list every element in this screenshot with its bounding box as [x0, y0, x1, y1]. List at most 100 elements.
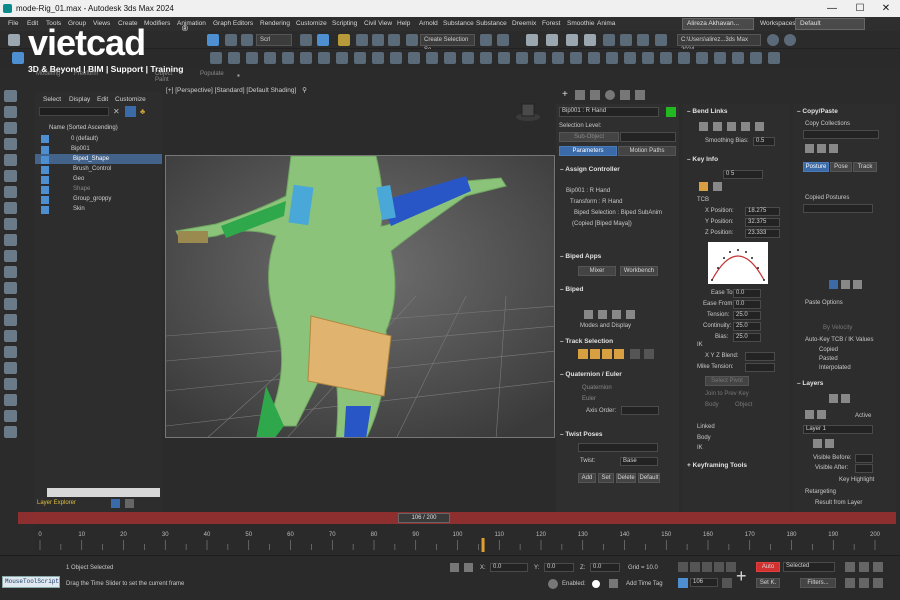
euler-radio[interactable]: Euler: [582, 396, 596, 402]
percent-snap-icon[interactable]: [372, 34, 384, 46]
copied-postures-select[interactable]: [803, 204, 873, 213]
twist-value-select[interactable]: Base: [620, 457, 658, 466]
container-icon[interactable]: [642, 52, 654, 64]
tension-field[interactable]: 25.0: [733, 311, 761, 320]
se-search-input[interactable]: [39, 107, 109, 116]
xyz-blend-field[interactable]: [745, 352, 775, 361]
bind-space-warp-icon[interactable]: [241, 34, 253, 46]
track-tab[interactable]: Track: [853, 162, 877, 172]
se-tab-select[interactable]: Select: [43, 96, 61, 103]
se-tab-customize[interactable]: Customize: [115, 96, 146, 103]
bias-field[interactable]: 25.0: [733, 333, 761, 342]
key-highlight-checkbox[interactable]: Key Highlight: [839, 477, 874, 483]
layer-manager-icon[interactable]: [526, 34, 538, 46]
body-radio[interactable]: Body: [705, 402, 719, 408]
skin-icon[interactable]: [462, 52, 474, 64]
scene-explorer-icon[interactable]: [372, 52, 384, 64]
current-frame-field[interactable]: 106: [690, 578, 718, 587]
z-coord-field[interactable]: 0.0: [590, 563, 620, 572]
tree-row-selected[interactable]: Biped_Shape: [35, 154, 162, 164]
paste-rotation-icon[interactable]: [853, 280, 862, 289]
load-layer-icon[interactable]: [829, 394, 838, 403]
tab-populate[interactable]: Populate: [200, 71, 224, 77]
save-layer-icon[interactable]: [841, 394, 850, 403]
assign-controller-header[interactable]: – Assign Controller: [556, 164, 679, 176]
visible-after-field[interactable]: [855, 464, 873, 473]
controller-tree-item[interactable]: Bip001 : R Hand: [566, 188, 610, 194]
track-view-icon[interactable]: [390, 52, 402, 64]
biped-header[interactable]: – Biped: [556, 284, 679, 296]
workspace-select[interactable]: Default: [795, 18, 865, 30]
add-time-tag-button[interactable]: Add Time Tag: [626, 581, 663, 587]
filter-icon[interactable]: [4, 410, 17, 422]
twist-add-button[interactable]: Add: [578, 473, 596, 483]
load-collection-icon[interactable]: [805, 144, 814, 153]
script-icon[interactable]: [498, 52, 510, 64]
ease-from-field[interactable]: 0.0: [733, 300, 761, 309]
object-name-field[interactable]: Bip001 : R Hand: [559, 107, 659, 117]
move-icon[interactable]: [300, 34, 312, 46]
align-view-icon[interactable]: [246, 52, 258, 64]
axis-order-select[interactable]: [621, 406, 659, 415]
hierarchy-panel-icon[interactable]: [4, 122, 17, 134]
layers-header[interactable]: – Layers: [793, 378, 896, 390]
list-icon[interactable]: [4, 394, 17, 406]
tab-object-paint[interactable]: Object Paint: [155, 71, 172, 83]
close-button[interactable]: ✕: [874, 0, 898, 17]
spinner-snap-icon[interactable]: [388, 34, 400, 46]
modify-panel-icon[interactable]: [4, 106, 17, 118]
cloud-icon[interactable]: [4, 298, 17, 310]
motion-panel-icon[interactable]: [4, 138, 17, 150]
helper-icon[interactable]: [4, 250, 17, 262]
menu-forest[interactable]: Forest: [542, 17, 560, 31]
select-rotate-icon[interactable]: [317, 34, 329, 46]
render-message-icon[interactable]: [696, 52, 708, 64]
x-coord-field[interactable]: 0.0: [490, 563, 528, 572]
listener-icon[interactable]: [516, 52, 528, 64]
project-path-dropdown[interactable]: C:\Users\alirez...3ds Max 2024: [677, 34, 761, 53]
parameters-tab[interactable]: Parameters: [559, 146, 617, 156]
body-label[interactable]: Body: [697, 435, 711, 441]
viewport-label[interactable]: [+] [Perspective] [Standard] [Default Sh…: [166, 86, 556, 98]
menu-rendering[interactable]: Rendering: [260, 17, 290, 31]
rendered-frame-icon[interactable]: [637, 34, 649, 46]
sound-icon[interactable]: [4, 346, 17, 358]
state-sets-icon[interactable]: [624, 52, 636, 64]
tree-row[interactable]: 0 (default): [35, 134, 162, 144]
save-collection-icon[interactable]: [817, 144, 826, 153]
orbit-icon[interactable]: [873, 578, 883, 588]
layer-explorer-toggle-icon[interactable]: [111, 499, 120, 508]
previous-layer-icon[interactable]: [805, 410, 814, 419]
ik-label[interactable]: IK: [697, 445, 703, 451]
visible-before-field[interactable]: [855, 454, 873, 463]
time-slider-bar[interactable]: 106 / 200: [18, 512, 896, 524]
play-icon[interactable]: [702, 562, 712, 572]
copy-collections-select[interactable]: [803, 130, 879, 139]
filters-button[interactable]: Filters...: [800, 578, 836, 588]
set-key-icon[interactable]: +: [736, 566, 747, 587]
isolate-icon[interactable]: [336, 52, 348, 64]
mixer-button[interactable]: Mixer: [578, 266, 616, 276]
visibility-icon[interactable]: [41, 196, 49, 204]
render-icon[interactable]: [655, 34, 667, 46]
pivot-icon[interactable]: [264, 52, 276, 64]
object-color-swatch[interactable]: [666, 107, 676, 117]
next-layer-icon[interactable]: [817, 410, 826, 419]
light-icon[interactable]: [4, 218, 17, 230]
tab-modeling[interactable]: Modeling: [36, 71, 60, 77]
x-position-field[interactable]: 18.275: [745, 207, 780, 216]
asset-tracking-icon[interactable]: [714, 52, 726, 64]
go-to-start-icon[interactable]: [678, 562, 688, 572]
body-horizontal-icon[interactable]: [578, 349, 588, 359]
ribbon-options-icon[interactable]: ▪: [237, 71, 240, 80]
ik-rollout-label[interactable]: IK: [697, 342, 703, 348]
key-icon[interactable]: [699, 182, 708, 191]
snap-toggle-icon[interactable]: [210, 52, 222, 64]
time-tag-icon[interactable]: [609, 579, 618, 588]
poly-model-icon[interactable]: [4, 186, 17, 198]
body-rotation-icon[interactable]: [602, 349, 612, 359]
mike-tension-field[interactable]: [745, 363, 775, 372]
tree-row[interactable]: Brush_Control: [35, 164, 162, 174]
motion-mixer-icon[interactable]: [750, 52, 762, 64]
active-checkbox[interactable]: Active: [855, 413, 871, 419]
